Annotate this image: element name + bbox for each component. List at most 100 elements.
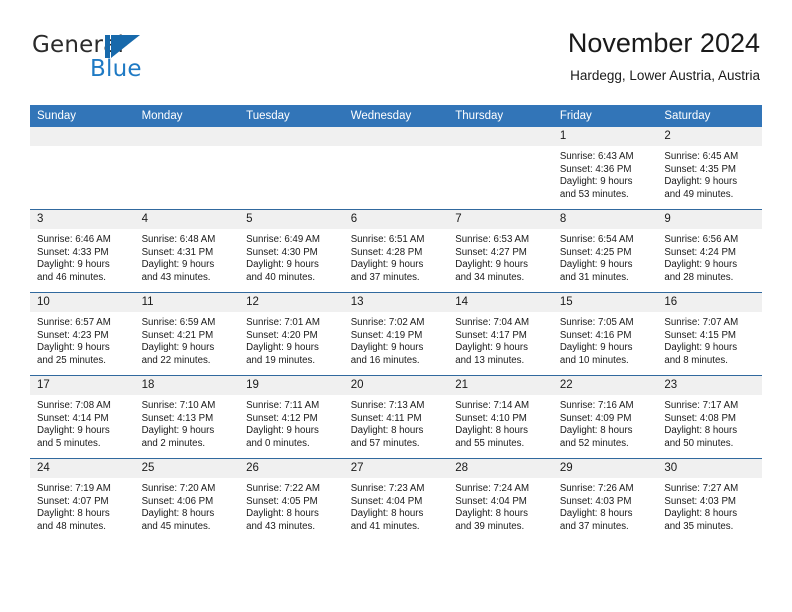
calendar-week-row: 10 Sunrise: 6:57 AM Sunset: 4:23 PM Dayligh… [30, 292, 762, 376]
sunrise-text: Sunrise: 7:02 AM [350, 317, 425, 328]
daylight-text-line1: Daylight: 9 hours [559, 176, 633, 188]
day-details: Sunrise: 7:04 AM Sunset: 4:17 PM Daylight:… [448, 312, 553, 367]
daylight-text-line2: and 25 minutes. [37, 354, 106, 366]
sunset-text: Sunset: 4:15 PM [664, 329, 736, 341]
day-details: Sunrise: 7:22 AM Sunset: 4:05 PM Daylight:… [239, 478, 344, 533]
sunrise-text: Sunrise: 7:01 AM [246, 317, 320, 328]
calendar-day-cell[interactable]: 1 Sunrise: 6:43 AM Sunset: 4:36 PM Daylight… [552, 127, 658, 210]
day-details: Sunrise: 7:02 AM Sunset: 4:19 PM Daylight:… [344, 312, 449, 367]
daylight-text-line2: and 39 minutes. [455, 520, 525, 532]
day-details: Sunrise: 7:08 AM Sunset: 4:14 PM Daylight:… [30, 395, 135, 450]
calendar-day-cell[interactable]: 15 Sunrise: 7:05 AM Sunset: 4:16 PM Dayligh… [552, 292, 658, 376]
sunset-text: Sunset: 4:31 PM [141, 246, 214, 258]
day-number: 14 [448, 293, 553, 312]
calendar-day-cell[interactable]: 21 Sunrise: 7:14 AM Sunset: 4:10 PM Dayligh… [448, 375, 553, 459]
calendar-day-cell[interactable]: 18 Sunrise: 7:10 AM Sunset: 4:13 PM Dayligh… [134, 375, 240, 459]
day-number: 27 [343, 459, 449, 478]
sunset-text: Sunset: 4:27 PM [455, 246, 527, 258]
calendar-day-cell[interactable]: 14 Sunrise: 7:04 AM Sunset: 4:17 PM Dayligh… [448, 292, 553, 376]
sunrise-text: Sunrise: 6:48 AM [141, 234, 216, 245]
calendar-day-cell[interactable]: 5 Sunrise: 6:49 AM Sunset: 4:30 PM Daylight… [239, 209, 344, 293]
daylight-text-line2: and 40 minutes. [246, 271, 316, 283]
sunset-text: Sunset: 4:04 PM [350, 495, 423, 507]
daylight-text-line1: Daylight: 8 hours [664, 508, 738, 520]
sunrise-text: Sunrise: 7:26 AM [559, 483, 634, 494]
daylight-text-line1: Daylight: 8 hours [350, 425, 424, 437]
daylight-text-line2: and 10 minutes. [559, 354, 629, 366]
calendar-day-cell[interactable]: 11 Sunrise: 6:59 AM Sunset: 4:21 PM Dayligh… [134, 292, 240, 376]
day-number: 23 [657, 376, 762, 395]
calendar-day-cell[interactable]: 16 Sunrise: 7:07 AM Sunset: 4:15 PM Dayligh… [657, 292, 762, 376]
sunset-text: Sunset: 4:30 PM [246, 246, 318, 258]
calendar-day-cell[interactable]: 28 Sunrise: 7:24 AM Sunset: 4:04 PM Dayligh… [448, 458, 553, 541]
day-number: 28 [448, 459, 553, 478]
day-details: Sunrise: 7:11 AM Sunset: 4:12 PM Daylight:… [239, 395, 344, 450]
daylight-text-line1: Daylight: 8 hours [350, 508, 424, 520]
daylight-text-line2: and 0 minutes. [246, 437, 310, 449]
calendar-day-cell[interactable]: 24 Sunrise: 7:19 AM Sunset: 4:07 PM Dayligh… [30, 458, 135, 541]
sunrise-text: Sunrise: 7:14 AM [455, 400, 530, 411]
sunset-text: Sunset: 4:03 PM [664, 495, 736, 507]
day-number: 11 [134, 293, 240, 312]
calendar-day-cell[interactable]: 26 Sunrise: 7:22 AM Sunset: 4:05 PM Dayligh… [239, 458, 344, 541]
calendar-day-cell[interactable]: 22 Sunrise: 7:16 AM Sunset: 4:09 PM Dayligh… [552, 375, 658, 459]
calendar-day-cell[interactable]: 4 Sunrise: 6:48 AM Sunset: 4:31 PM Daylight… [134, 209, 240, 293]
calendar-day-cell[interactable]: 19 Sunrise: 7:11 AM Sunset: 4:12 PM Dayligh… [239, 375, 344, 459]
sunrise-text: Sunrise: 7:27 AM [664, 483, 739, 494]
sunrise-text: Sunrise: 6:46 AM [37, 234, 111, 245]
daylight-text-line2: and 37 minutes. [559, 520, 629, 532]
daylight-text-line1: Daylight: 9 hours [455, 259, 528, 271]
daylight-text-line1: Daylight: 9 hours [246, 259, 319, 271]
sunset-text: Sunset: 4:28 PM [350, 246, 423, 258]
calendar-day-cell[interactable]: 8 Sunrise: 6:54 AM Sunset: 4:25 PM Daylight… [552, 209, 658, 293]
sunset-text: Sunset: 4:05 PM [246, 495, 318, 507]
sunset-text: Sunset: 4:12 PM [246, 412, 318, 424]
day-details: Sunrise: 7:23 AM Sunset: 4:04 PM Daylight:… [344, 478, 449, 533]
calendar-day-cell[interactable]: 23 Sunrise: 7:17 AM Sunset: 4:08 PM Dayligh… [657, 375, 762, 459]
daylight-text-line1: Daylight: 9 hours [664, 176, 738, 188]
calendar-day-cell[interactable]: 20 Sunrise: 7:13 AM Sunset: 4:11 PM Dayligh… [343, 375, 449, 459]
daylight-text-line1: Daylight: 8 hours [559, 508, 633, 520]
daylight-text-line2: and 46 minutes. [37, 271, 106, 283]
calendar-day-cell[interactable]: 17 Sunrise: 7:08 AM Sunset: 4:14 PM Dayligh… [30, 375, 135, 459]
calendar-day-cell[interactable]: 7 Sunrise: 6:53 AM Sunset: 4:27 PM Daylight… [448, 209, 553, 293]
day-details: Sunrise: 6:43 AM Sunset: 4:36 PM Daylight:… [553, 146, 658, 201]
calendar-day-cell[interactable]: 13 Sunrise: 7:02 AM Sunset: 4:19 PM Dayligh… [343, 292, 449, 376]
calendar-body: 1 Sunrise: 6:43 AM Sunset: 4:36 PM Daylight… [30, 127, 762, 541]
day-number: 25 [134, 459, 240, 478]
sunrise-text: Sunrise: 7:11 AM [246, 400, 320, 411]
sunrise-text: Sunrise: 6:53 AM [455, 234, 530, 245]
page-header: General Blue November 2024 Hardegg, Lowe… [32, 26, 760, 98]
calendar-day-cell[interactable]: 6 Sunrise: 6:51 AM Sunset: 4:28 PM Daylight… [343, 209, 449, 293]
daylight-text-line1: Daylight: 8 hours [246, 508, 319, 520]
page-subtitle: Hardegg, Lower Austria, Austria [570, 68, 760, 83]
calendar-day-cell[interactable]: 29 Sunrise: 7:26 AM Sunset: 4:03 PM Dayligh… [552, 458, 658, 541]
brand-logo[interactable]: General Blue [32, 32, 212, 88]
sunset-text: Sunset: 4:04 PM [455, 495, 527, 507]
daylight-text-line2: and 37 minutes. [350, 271, 420, 283]
day-number: 17 [30, 376, 135, 395]
calendar-day-cell[interactable]: 27 Sunrise: 7:23 AM Sunset: 4:04 PM Dayligh… [343, 458, 449, 541]
calendar-day-cell[interactable]: 25 Sunrise: 7:20 AM Sunset: 4:06 PM Dayligh… [134, 458, 240, 541]
daylight-text-line1: Daylight: 9 hours [350, 342, 424, 354]
calendar-day-cell[interactable]: 2 Sunrise: 6:45 AM Sunset: 4:35 PM Daylight… [657, 127, 762, 210]
calendar-day-cell[interactable]: 3 Sunrise: 6:46 AM Sunset: 4:33 PM Daylight… [30, 209, 135, 293]
sunrise-text: Sunrise: 7:08 AM [37, 400, 111, 411]
calendar-day-cell-empty [134, 127, 240, 210]
sunrise-text: Sunrise: 6:51 AM [350, 234, 425, 245]
calendar-day-cell[interactable]: 30 Sunrise: 7:27 AM Sunset: 4:03 PM Dayligh… [657, 458, 762, 541]
day-details: Sunrise: 7:10 AM Sunset: 4:13 PM Daylight:… [135, 395, 240, 450]
daylight-text-line2: and 28 minutes. [664, 271, 734, 283]
calendar-day-cell-empty [30, 127, 135, 210]
sunset-text: Sunset: 4:14 PM [37, 412, 109, 424]
sunset-text: Sunset: 4:13 PM [141, 412, 214, 424]
day-number: 30 [657, 459, 762, 478]
day-number: 9 [657, 210, 762, 229]
calendar-day-cell[interactable]: 9 Sunrise: 6:56 AM Sunset: 4:24 PM Daylight… [657, 209, 762, 293]
calendar-header-row-group: Sunday Monday Tuesday Wednesday Thursday… [30, 105, 762, 127]
day-number [448, 127, 553, 146]
day-details: Sunrise: 6:45 AM Sunset: 4:35 PM Daylight:… [657, 146, 762, 201]
daylight-text-line1: Daylight: 9 hours [141, 259, 215, 271]
calendar-day-cell[interactable]: 12 Sunrise: 7:01 AM Sunset: 4:20 PM Dayligh… [239, 292, 344, 376]
calendar-day-cell[interactable]: 10 Sunrise: 6:57 AM Sunset: 4:23 PM Dayligh… [30, 292, 135, 376]
